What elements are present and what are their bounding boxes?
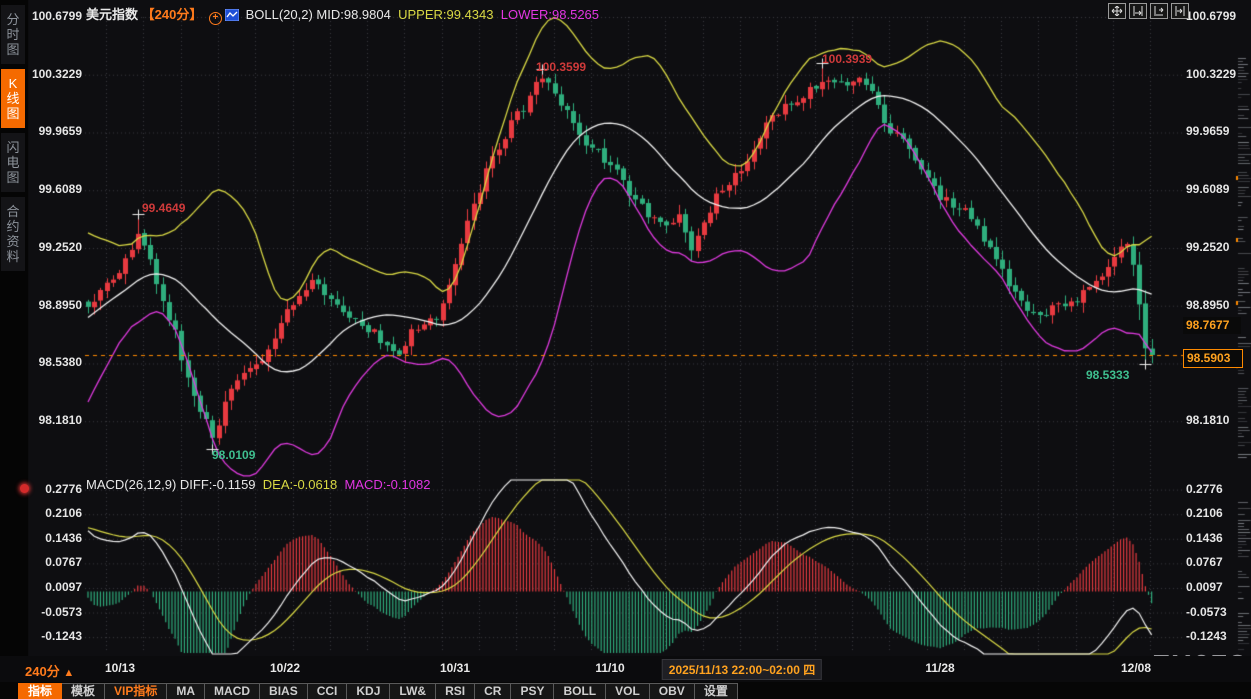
price-tick-right: 100.6799 <box>1186 9 1236 23</box>
price-tick-left: 98.5380 <box>30 355 82 369</box>
move-tool-icon[interactable] <box>1108 3 1126 19</box>
price-tick-left: 100.6799 <box>30 9 82 23</box>
toolbar-button-VIP指标[interactable]: VIP指标 <box>105 683 167 699</box>
macd-tick-left: -0.0573 <box>30 605 82 619</box>
date-label: 11/10 <box>595 661 624 675</box>
macd-hist-value: MACD:-0.1082 <box>344 477 430 492</box>
macd-tick-right: 0.1436 <box>1186 531 1223 545</box>
price-tick-left: 100.3229 <box>30 67 82 81</box>
macd-dea-value: DEA:-0.0618 <box>263 477 337 492</box>
price-tick-left: 99.2520 <box>30 240 82 254</box>
macd-diff-value: MACD(26,12,9) DIFF:-0.1159 <box>86 477 256 492</box>
sidebar-tab-分时图[interactable]: 分时图 <box>1 5 25 64</box>
left-sidebar: 分时图 K线图闪电图合约资料 <box>0 0 28 699</box>
boll-lower-value: LOWER:98.5265 <box>501 7 599 22</box>
price-annotation: 98.0109 <box>212 448 255 462</box>
price-annotation: 99.4649 <box>142 201 185 215</box>
toolbar-button-BIAS[interactable]: BIAS <box>260 683 308 699</box>
chart-legend: 美元指数 【240分】 + BOLL(20,2) MID:98.9804 UPP… <box>86 4 599 25</box>
fit-y-axis-icon[interactable] <box>1129 3 1147 19</box>
toolbar-button-KDJ[interactable]: KDJ <box>347 683 390 699</box>
price-tick-left: 98.8950 <box>30 298 82 312</box>
chart-tool-icons <box>1108 3 1189 19</box>
price-annotation: 100.3939 <box>822 52 872 66</box>
indicator-settings-icon[interactable] <box>20 484 29 493</box>
price-tick-right: 98.1810 <box>1186 413 1229 427</box>
add-indicator-icon[interactable]: + <box>209 12 222 25</box>
period-badge[interactable]: 【240分】 <box>142 7 203 22</box>
toolbar-button-OBV[interactable]: OBV <box>650 683 695 699</box>
macd-tick-right: 0.0097 <box>1186 580 1223 594</box>
macd-tick-right: 0.0767 <box>1186 555 1223 569</box>
price-tick-right: 100.3229 <box>1186 67 1236 81</box>
date-label: 10/22 <box>270 661 300 675</box>
price-tick-right: 99.2520 <box>1186 240 1229 254</box>
toolbar-button-LW&[interactable]: LW& <box>390 683 436 699</box>
price-tick-right: 99.9659 <box>1186 124 1229 138</box>
toolbar-button-MACD[interactable]: MACD <box>205 683 260 699</box>
macd-tick-right: -0.1243 <box>1186 629 1227 643</box>
toolbar-button-CR[interactable]: CR <box>475 683 511 699</box>
chart-canvas[interactable] <box>0 0 1251 699</box>
macd-tick-left: 0.0767 <box>30 555 82 569</box>
macd-legend: MACD(26,12,9) DIFF:-0.1159 DEA:-0.0618 M… <box>86 477 430 492</box>
macd-tick-left: -0.1243 <box>30 629 82 643</box>
pan-right-icon[interactable] <box>1150 3 1168 19</box>
sidebar-tab-闪电图[interactable]: 闪电图 <box>1 133 25 192</box>
toolbar-button-CCI[interactable]: CCI <box>308 683 348 699</box>
date-label: 12/08 <box>1121 661 1151 675</box>
period-dropdown-icon[interactable]: ▲ <box>63 667 74 679</box>
indicator-toolbar: 指标模板VIP指标MAMACDBIASCCIKDJLW&RSICRPSYBOLL… <box>0 682 1251 699</box>
price-tick-right: 98.8950 <box>1186 298 1229 312</box>
toolbar-button-VOL[interactable]: VOL <box>606 683 650 699</box>
toolbar-button-设置[interactable]: 设置 <box>695 683 738 699</box>
macd-tick-right: 0.2106 <box>1186 506 1223 520</box>
boll-upper-value: UPPER:99.4343 <box>398 7 493 22</box>
price-tick-left: 98.1810 <box>30 413 82 427</box>
macd-tick-left: 0.2776 <box>30 482 82 496</box>
toolbar-button-MA[interactable]: MA <box>167 683 205 699</box>
toolbar-button-模板[interactable]: 模板 <box>62 683 105 699</box>
date-label: 10/13 <box>105 661 135 675</box>
toolbar-button-指标[interactable]: 指标 <box>18 683 62 699</box>
macd-tick-right: 0.2776 <box>1186 482 1223 496</box>
toolbar-button-PSY[interactable]: PSY <box>511 683 554 699</box>
mini-chart-icon <box>225 9 239 21</box>
symbol-title: 美元指数 <box>86 7 138 22</box>
macd-tick-left: 0.0097 <box>30 580 82 594</box>
bid-price-label: 98.7677 <box>1183 317 1241 334</box>
price-tick-right: 99.6089 <box>1186 182 1229 196</box>
price-tick-left: 99.9659 <box>30 124 82 138</box>
macd-tick-left: 0.1436 <box>30 531 82 545</box>
boll-label[interactable]: BOLL(20,2) <box>246 7 313 22</box>
shift-data-icon[interactable] <box>1171 3 1189 19</box>
date-label: 11/28 <box>925 661 954 675</box>
date-label: 10/31 <box>440 661 470 675</box>
price-annotation: 100.3599 <box>536 60 586 74</box>
period-selector[interactable]: 240分 ▲ <box>25 661 74 680</box>
price-annotation: 98.5333 <box>1086 368 1129 382</box>
macd-tick-right: -0.0573 <box>1186 605 1227 619</box>
boll-mid-value: MID:98.9804 <box>316 7 390 22</box>
sidebar-tab-合约资料[interactable]: 合约资料 <box>1 197 25 271</box>
toolbar-button-BOLL[interactable]: BOLL <box>554 683 606 699</box>
crosshair-time-label: 2025/11/13 22:00~02:00 四 <box>662 659 822 680</box>
macd-tick-left: 0.2106 <box>30 506 82 520</box>
last-price-label: 98.5903 <box>1183 349 1243 368</box>
chart-application-window: 分时图 K线图闪电图合约资料 美元指数 【240分】 + BOLL(20,2) M… <box>0 0 1251 699</box>
sidebar-tab-K线图[interactable]: K线图 <box>1 69 25 128</box>
toolbar-button-RSI[interactable]: RSI <box>436 683 475 699</box>
price-tick-left: 99.6089 <box>30 182 82 196</box>
time-axis-row: 240分 ▲ 10/13 10/22 10/31 11/10 2025/11/13 22… <box>0 656 1251 682</box>
